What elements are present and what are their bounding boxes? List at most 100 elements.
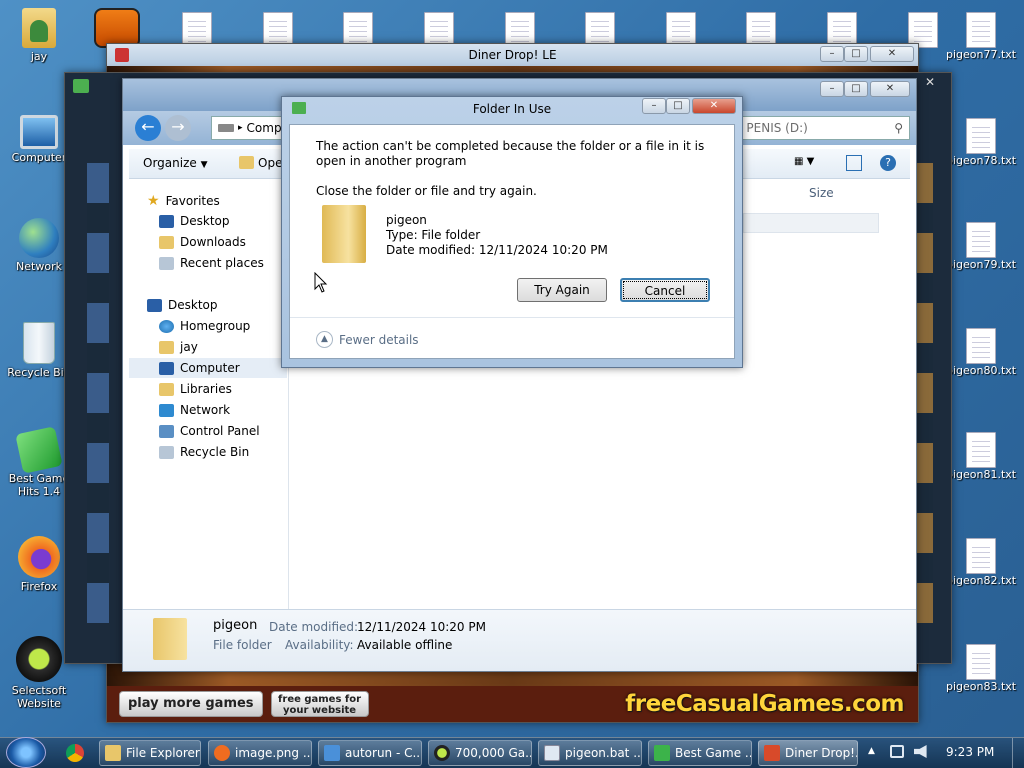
text-file-icon	[966, 118, 996, 154]
nav-favorites[interactable]: ★ Favorites	[147, 193, 220, 209]
game-footer: play more games free games for your webs…	[107, 686, 918, 722]
file-row-highlight[interactable]	[743, 213, 879, 233]
taskbar-item-pigeon-bat[interactable]: pigeon.bat ...	[538, 740, 642, 766]
desktop-icon	[159, 214, 174, 228]
chrome-taskbar-icon[interactable]	[66, 744, 84, 762]
dialog-maximize-button[interactable]: □	[666, 98, 690, 114]
text-file-icon	[966, 432, 996, 468]
folder-icon	[105, 745, 121, 761]
chevron-up-icon: ▲	[316, 331, 333, 348]
computer-icon	[159, 361, 174, 375]
dialog-item-date: Date modified: 12/11/2024 10:20 PM	[386, 243, 608, 257]
desktop-file-pigeon77[interactable]: pigeon77.txt	[946, 12, 1016, 61]
nav-label: Downloads	[180, 235, 246, 249]
recent-places-icon	[159, 256, 174, 270]
file-label: pigeon77.txt	[946, 48, 1017, 61]
nav-label: Network	[180, 403, 231, 417]
details-pane: pigeon File folder Date modified: 12/11/…	[123, 609, 916, 671]
taskbar-item-autorun[interactable]: autorun - C...	[318, 740, 422, 766]
dialog-body: The action can't be completed because th…	[289, 124, 735, 359]
column-header-size[interactable]: Size	[809, 186, 834, 200]
try-again-button[interactable]: Try Again	[517, 278, 607, 302]
search-box[interactable]: h PENIS (D:) ⚲	[730, 116, 910, 140]
start-button[interactable]	[6, 737, 46, 768]
nav-jay[interactable]: jay	[159, 340, 198, 354]
details-date-value: 12/11/2024 10:20 PM	[357, 620, 486, 634]
desktop-file-pigeon80[interactable]: pigeon80.txt	[946, 328, 1016, 377]
back-button[interactable]: ←	[135, 115, 161, 141]
background-window-close-button[interactable]: ✕	[913, 75, 947, 91]
desktop-file-pigeon81[interactable]: pigeon81.txt	[946, 432, 1016, 481]
nav-recent-places[interactable]: Recent places	[159, 256, 264, 270]
desktop-icon	[147, 298, 162, 312]
desktop-file-pigeon83[interactable]: pigeon83.txt	[946, 644, 1016, 693]
desktop-file-pigeon82[interactable]: pigeon82.txt	[946, 538, 1016, 587]
free-games-button[interactable]: free games for your website	[270, 691, 369, 717]
nav-recycle-bin[interactable]: Recycle Bin	[159, 445, 249, 459]
nav-network[interactable]: Network	[159, 403, 230, 417]
dialog-message: The action can't be completed because th…	[316, 139, 705, 168]
taskbar-clock[interactable]: 9:23 PM	[946, 745, 994, 759]
desktop-file-pigeon79[interactable]: pigeon79.txt	[946, 222, 1016, 271]
taskbar-item-diner-drop[interactable]: Diner Drop!...	[758, 740, 858, 766]
desktop-top-app-icon[interactable]	[94, 8, 140, 48]
desktop-icon-jay[interactable]: jay	[2, 8, 76, 63]
fewer-details-toggle[interactable]: ▲ Fewer details	[316, 331, 419, 348]
open-button[interactable]: Ope	[239, 156, 282, 170]
taskbar-item-label: 700,000 Ga...	[455, 746, 532, 760]
autorun-icon	[324, 745, 340, 761]
nav-label: Desktop	[180, 214, 230, 228]
cancel-button[interactable]: Cancel	[620, 278, 710, 302]
text-file-icon	[966, 328, 996, 364]
free-casual-games-logo[interactable]: freeCasualGames.com	[625, 691, 904, 717]
nav-label: Favorites	[165, 194, 220, 208]
desktop-file-icons-row	[180, 12, 940, 48]
organize-button[interactable]: Organize ▼	[143, 156, 208, 170]
file-label: pigeon78.txt	[946, 154, 1017, 167]
desktop-file-pigeon78[interactable]: pigeon78.txt	[946, 118, 1016, 167]
text-file-icon	[966, 644, 996, 680]
forward-button[interactable]: →	[165, 115, 191, 141]
close-button[interactable]: ✕	[870, 46, 914, 62]
nav-label: Homegroup	[180, 319, 251, 333]
nav-libraries[interactable]: Libraries	[159, 382, 232, 396]
explorer-close-button[interactable]: ✕	[870, 81, 910, 97]
network-icon	[159, 403, 174, 417]
nav-label: Libraries	[180, 382, 232, 396]
game-window-titlebar[interactable]: Diner Drop! LE	[107, 44, 918, 66]
help-icon[interactable]: ?	[880, 155, 896, 171]
show-desktop-button[interactable]	[1012, 738, 1024, 768]
taskbar-item-image-png[interactable]: image.png ...	[208, 740, 312, 766]
dialog-close-button[interactable]: ✕	[692, 98, 736, 114]
taskbar-item-best-game[interactable]: Best Game ...	[648, 740, 752, 766]
network-tray-icon[interactable]	[890, 745, 904, 758]
play-more-games-button[interactable]: play more games	[119, 691, 263, 717]
explorer-minimize-button[interactable]: –	[820, 81, 844, 97]
view-options-button[interactable]: ▦ ▼	[794, 156, 824, 172]
maximize-button[interactable]: □	[844, 46, 868, 62]
nav-desktop[interactable]: Desktop	[159, 214, 230, 228]
nav-homegroup[interactable]: Homegroup	[159, 319, 250, 333]
taskbar-item-file-explorer[interactable]: File Explorer	[99, 740, 201, 766]
nav-label: Control Panel	[180, 424, 260, 438]
nav-control-panel[interactable]: Control Panel	[159, 424, 260, 438]
recycle-bin-icon	[159, 445, 174, 459]
explorer-maximize-button[interactable]: □	[844, 81, 868, 97]
preview-pane-button[interactable]	[846, 155, 862, 171]
nav-desktop-root[interactable]: Desktop	[147, 298, 218, 312]
user-folder-icon	[159, 340, 174, 354]
navigation-pane: ★ Favorites Desktop Downloads Recent plac…	[129, 183, 289, 613]
chevron-down-icon: ▼	[200, 160, 208, 170]
file-label: pigeon82.txt	[946, 574, 1017, 587]
nav-downloads[interactable]: Downloads	[159, 235, 246, 249]
minimize-button[interactable]: –	[820, 46, 844, 62]
show-hidden-icons-button[interactable]: ▲	[868, 746, 875, 756]
dice-icon	[654, 745, 670, 761]
nav-computer[interactable]: Computer	[159, 361, 240, 375]
file-label: pigeon80.txt	[946, 364, 1017, 377]
folder-in-use-dialog[interactable]: Folder In Use – □ ✕ The action can't be …	[281, 96, 743, 368]
dialog-divider	[290, 317, 734, 318]
taskbar-item-label: pigeon.bat ...	[565, 746, 642, 760]
taskbar-item-700000-games[interactable]: 700,000 Ga...	[428, 740, 532, 766]
dialog-minimize-button[interactable]: –	[642, 98, 666, 114]
